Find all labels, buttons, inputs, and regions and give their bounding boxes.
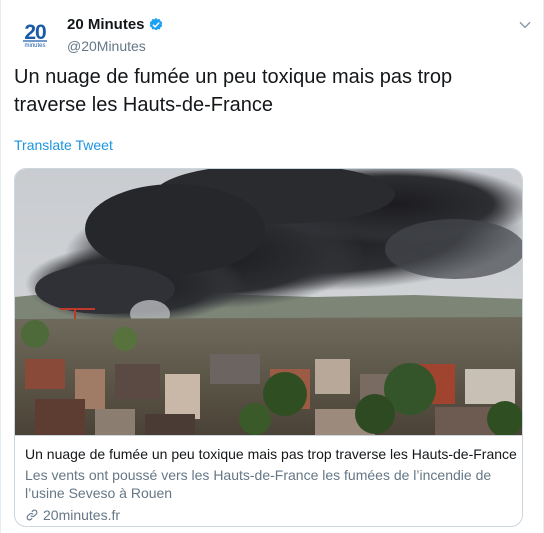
twenty-minutes-logo-icon: 20 minutes <box>14 12 56 54</box>
author-handle[interactable]: @20Minutes <box>67 38 164 54</box>
tweet-container: 20 minutes 20 Minutes @20Minutes Un nuag… <box>0 0 544 533</box>
card-image[interactable] <box>15 169 523 435</box>
card-domain: 20minutes.fr <box>25 506 514 524</box>
avatar-logo-subtext: minutes <box>24 43 45 49</box>
card-title: Un nuage de fumée un peu toxique mais pa… <box>25 446 517 462</box>
author-names: 20 Minutes @20Minutes <box>67 16 164 54</box>
verified-badge-icon <box>149 17 162 31</box>
card-description: Les vents ont poussé vers les Hauts-de-F… <box>25 467 492 501</box>
tweet-header: 20 minutes 20 Minutes @20Minutes <box>14 12 532 54</box>
card-body[interactable]: Un nuage de fumée un peu toxique mais pa… <box>15 435 522 526</box>
card-domain-text[interactable]: 20minutes.fr <box>43 506 120 524</box>
chevron-down-icon[interactable] <box>518 18 532 32</box>
translate-tweet-link[interactable]: Translate Tweet <box>14 137 113 153</box>
avatar[interactable]: 20 minutes <box>14 12 56 54</box>
link-preview-card[interactable]: Un nuage de fumée un peu toxique mais pa… <box>14 168 523 527</box>
link-icon <box>26 509 38 521</box>
tweet-text: Un nuage de fumée un peu toxique mais pa… <box>14 66 453 116</box>
display-name[interactable]: 20 Minutes <box>67 16 145 33</box>
